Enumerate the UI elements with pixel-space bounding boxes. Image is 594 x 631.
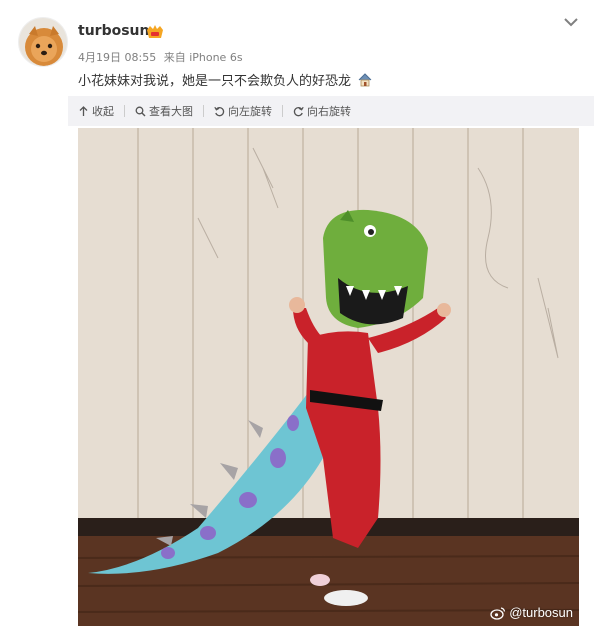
view-large-button[interactable]: 查看大图: [135, 96, 193, 126]
post-content: 小花妹妹对我说，她是一只不会欺负人的好恐龙: [78, 72, 373, 91]
chevron-down-icon[interactable]: [562, 15, 580, 29]
rotate-right-label: 向右旋转: [307, 105, 351, 118]
rotate-right-icon: [293, 106, 304, 116]
watermark: @turbosun: [490, 605, 573, 620]
collapse-label: 收起: [92, 105, 114, 118]
collapse-button[interactable]: 收起: [78, 96, 114, 126]
rotate-left-label: 向左旋转: [228, 105, 272, 118]
avatar[interactable]: [18, 17, 68, 67]
post-time[interactable]: 4月19日 08:55: [78, 51, 156, 64]
username[interactable]: turbosun: [78, 23, 149, 39]
image-toolbar: 收起 查看大图 向左旋转 向右旋转: [68, 96, 594, 126]
post-source[interactable]: 来自 iPhone 6s: [164, 51, 243, 64]
pomeranian-avatar-icon: [19, 18, 67, 66]
weibo-post: turbosun 4月19日 08:55 来自 iPhone 6s 小花妹妹对我…: [0, 0, 594, 631]
watermark-text: @turbosun: [509, 605, 573, 620]
rotate-right-button[interactable]: 向右旋转: [293, 96, 351, 126]
post-text: 小花妹妹对我说，她是一只不会欺负人的好恐龙: [78, 74, 352, 89]
divider: [124, 105, 125, 117]
search-icon: [135, 106, 146, 116]
arrow-up-icon: [79, 105, 88, 116]
rotate-left-icon: [214, 106, 225, 116]
weibo-logo-icon: [490, 606, 506, 620]
post-photo[interactable]: @turbosun: [78, 128, 579, 626]
rotate-left-button[interactable]: 向左旋转: [214, 96, 272, 126]
post-meta: 4月19日 08:55 来自 iPhone 6s: [78, 49, 247, 65]
vip-crown-icon[interactable]: [146, 24, 164, 40]
view-large-label: 查看大图: [149, 105, 193, 118]
house-emoji-icon: [358, 73, 372, 87]
photo-illustration: [78, 128, 579, 626]
divider: [282, 105, 283, 117]
divider: [203, 105, 204, 117]
